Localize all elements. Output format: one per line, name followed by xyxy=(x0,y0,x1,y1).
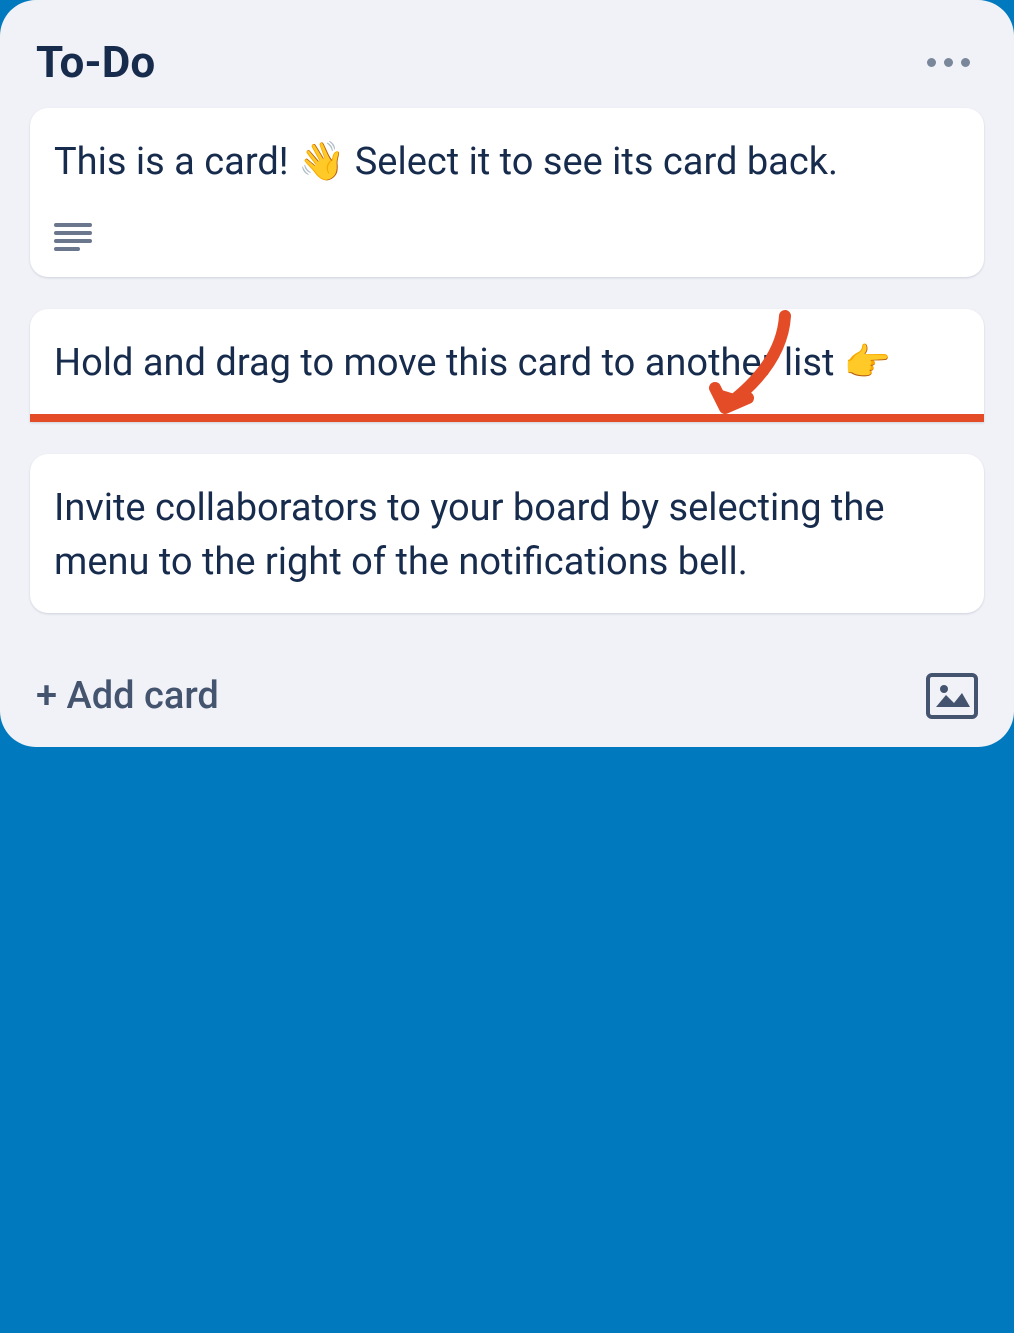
dot-icon xyxy=(944,58,953,67)
list-header: To-Do xyxy=(0,0,1014,108)
dot-icon xyxy=(961,58,970,67)
card[interactable]: Invite collaborators to your board by se… xyxy=(30,454,984,612)
card-text: Invite collaborators to your board by se… xyxy=(54,482,960,588)
card-text: This is a card! 👋 Select it to see its c… xyxy=(54,136,960,189)
list-container: To-Do This is a card! 👋 Select it to see… xyxy=(0,0,1014,747)
card-text: Hold and drag to move this card to anoth… xyxy=(54,337,960,390)
list-footer: + Add card xyxy=(0,645,1014,739)
card-template-icon[interactable] xyxy=(926,673,978,719)
dot-icon xyxy=(927,58,936,67)
cards-area: This is a card! 👋 Select it to see its c… xyxy=(0,108,1014,613)
list-title[interactable]: To-Do xyxy=(36,36,155,88)
description-icon xyxy=(54,221,92,253)
more-options-icon[interactable] xyxy=(919,50,978,75)
card[interactable]: This is a card! 👋 Select it to see its c… xyxy=(30,108,984,277)
card[interactable]: Hold and drag to move this card to anoth… xyxy=(30,309,984,422)
add-card-button[interactable]: + Add card xyxy=(36,674,219,718)
